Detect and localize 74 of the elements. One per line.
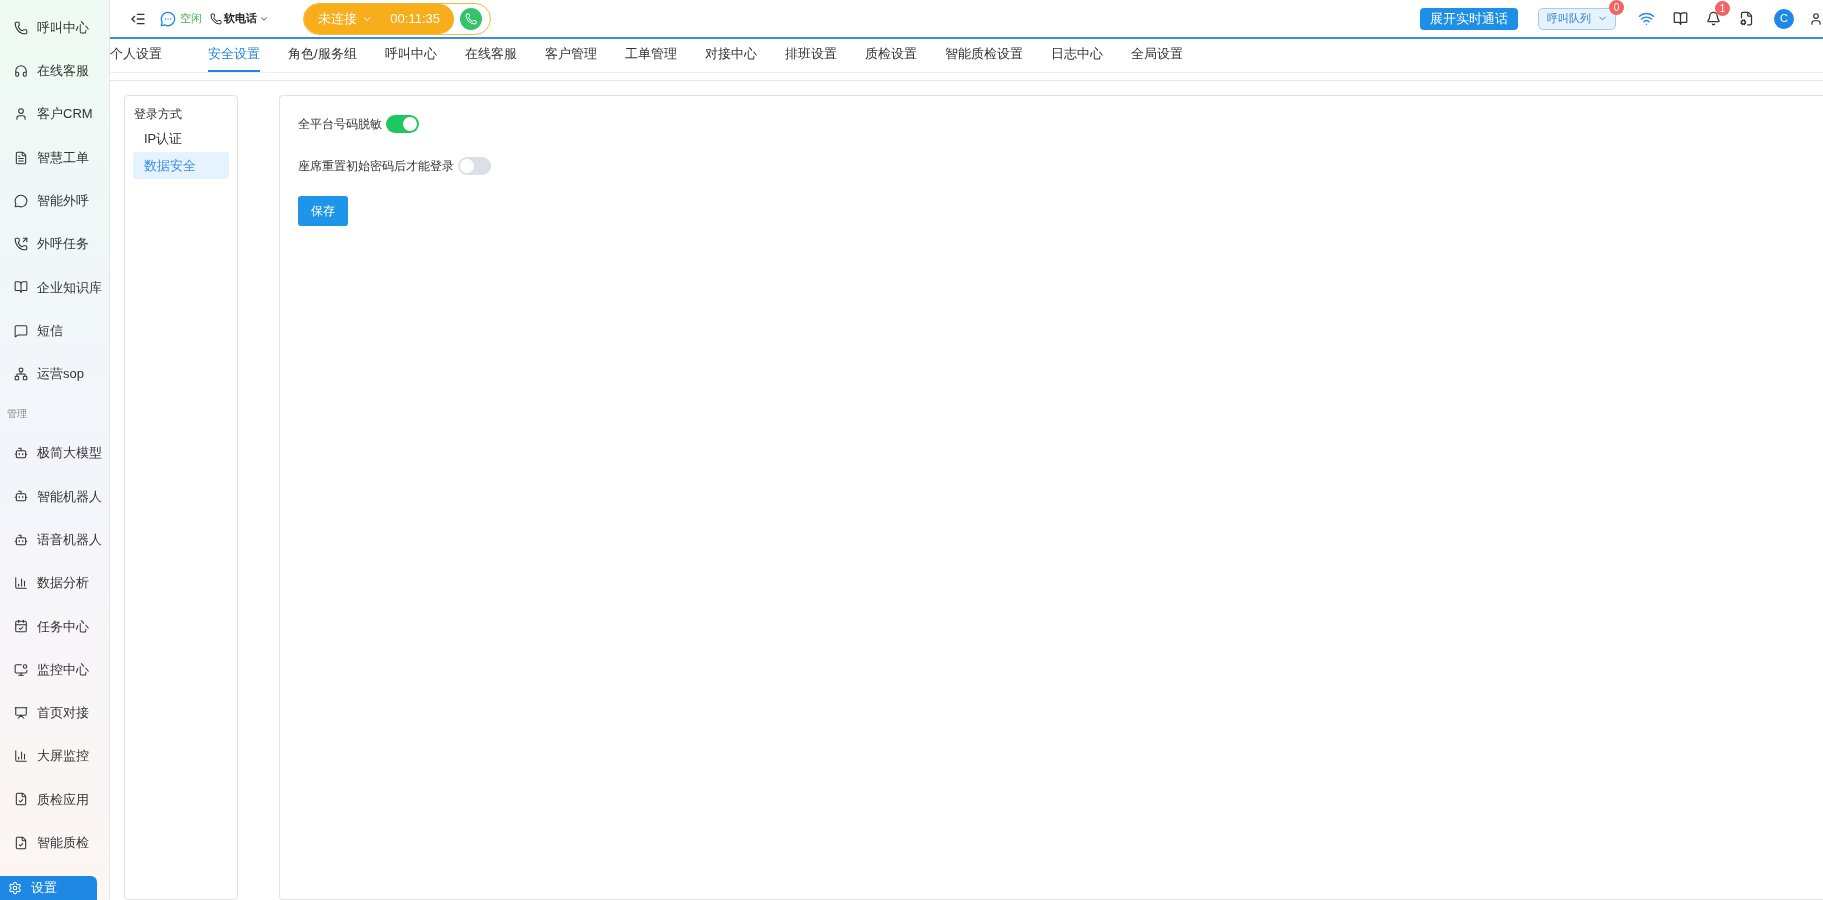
book-icon xyxy=(14,280,28,295)
file-check-icon xyxy=(14,835,28,850)
tab[interactable]: 客户管理 xyxy=(544,38,597,72)
sidebar-item[interactable]: 企业知识库 xyxy=(0,277,102,298)
network-icon xyxy=(14,367,28,381)
setting-label: 座席重置初始密码后才能登录 xyxy=(298,158,454,175)
phone-icon xyxy=(210,12,222,25)
notification-badge: 1 xyxy=(1715,1,1730,16)
tab[interactable]: 安全设置 xyxy=(208,38,260,72)
toggle-switch[interactable] xyxy=(386,115,419,133)
sidebar-item[interactable]: 呼叫中心 xyxy=(0,17,89,38)
sidebar-item[interactable]: 数据分析 xyxy=(0,573,89,593)
sidebar-item[interactable]: 大屏监控 xyxy=(0,746,89,766)
tab[interactable]: 质检设置 xyxy=(864,38,917,72)
outgoing-call-icon xyxy=(14,237,28,252)
avatar[interactable]: C xyxy=(1774,8,1794,29)
tab[interactable]: 个人设置 xyxy=(110,38,162,72)
queue-count-badge: 0 xyxy=(1609,0,1624,15)
tab[interactable]: 排班设置 xyxy=(784,38,837,72)
tab[interactable]: 全局设置 xyxy=(1130,38,1183,72)
robot-icon xyxy=(14,532,28,547)
sidebar-item[interactable]: 短信 xyxy=(0,320,63,341)
robot-icon xyxy=(14,446,28,461)
book-icon[interactable] xyxy=(1673,11,1688,26)
sidebar-item[interactable]: 语音机器人 xyxy=(0,529,102,550)
user-icon[interactable] xyxy=(1809,11,1823,26)
sidebar-item[interactable]: 智能外呼 xyxy=(0,191,89,211)
subnav-group-title: 登录方式 xyxy=(133,106,183,123)
sidebar-section-label: 管理 xyxy=(7,407,27,422)
presentation-icon xyxy=(14,705,28,720)
chat-bubble-icon xyxy=(14,193,28,208)
sidebar-item[interactable]: 设置 xyxy=(0,876,97,900)
sidebar-item[interactable]: 运营sop xyxy=(0,364,84,384)
file-check-icon xyxy=(14,792,28,807)
tab[interactable]: 日志中心 xyxy=(1050,38,1103,72)
wifi-icon[interactable] xyxy=(1638,10,1655,27)
document-settings-icon[interactable] xyxy=(1739,11,1754,26)
sidebar-item[interactable]: 监控中心 xyxy=(0,659,89,680)
settings-icon xyxy=(8,881,22,896)
phone-mode-dropdown[interactable]: 软电话 xyxy=(210,10,269,27)
tab[interactable]: 智能质检设置 xyxy=(944,38,1023,72)
tab[interactable]: 角色/服务组 xyxy=(288,38,357,72)
monitor-icon xyxy=(14,662,28,677)
tab[interactable]: 工单管理 xyxy=(624,38,677,72)
message-icon xyxy=(14,323,28,338)
tab[interactable]: 对接中心 xyxy=(704,38,757,72)
robot-icon xyxy=(14,489,28,504)
sidebar-item[interactable]: 首页对接 xyxy=(0,703,89,723)
toggle-switch[interactable] xyxy=(458,157,491,175)
notification-icon[interactable] xyxy=(1706,11,1721,26)
headphones-icon xyxy=(14,63,28,78)
tab[interactable]: 在线客服 xyxy=(464,38,517,72)
call-timer: 00:11:35 xyxy=(390,9,440,28)
phone-icon xyxy=(14,20,28,35)
calendar-check-icon xyxy=(14,619,28,634)
sidebar-item[interactable]: 智能机器人 xyxy=(0,486,102,507)
sidebar-item[interactable]: 智慧工单 xyxy=(0,147,89,168)
phone-icon xyxy=(465,12,477,25)
sidebar-item[interactable]: 客户CRM xyxy=(0,104,93,124)
setting-label: 全平台号码脱敏 xyxy=(298,116,382,133)
chat-status-icon xyxy=(160,10,176,27)
status-label: 空闲 xyxy=(180,11,202,27)
user-icon xyxy=(14,107,28,122)
sidebar-item[interactable]: 质检应用 xyxy=(0,789,89,810)
sidebar-item[interactable]: 智能质检 xyxy=(0,833,89,853)
bar-chart-icon xyxy=(14,575,28,590)
sidebar-item[interactable]: 极简大模型 xyxy=(0,443,102,463)
tab[interactable]: 呼叫中心 xyxy=(384,38,437,72)
sidebar-item[interactable]: 任务中心 xyxy=(0,616,89,636)
sidebar-item[interactable]: 在线客服 xyxy=(0,61,89,81)
bar-chart-icon xyxy=(14,749,28,764)
document-icon xyxy=(14,150,28,165)
subnav-item[interactable]: IP认证 xyxy=(133,125,229,152)
sidebar-item[interactable]: 外呼任务 xyxy=(0,234,89,254)
